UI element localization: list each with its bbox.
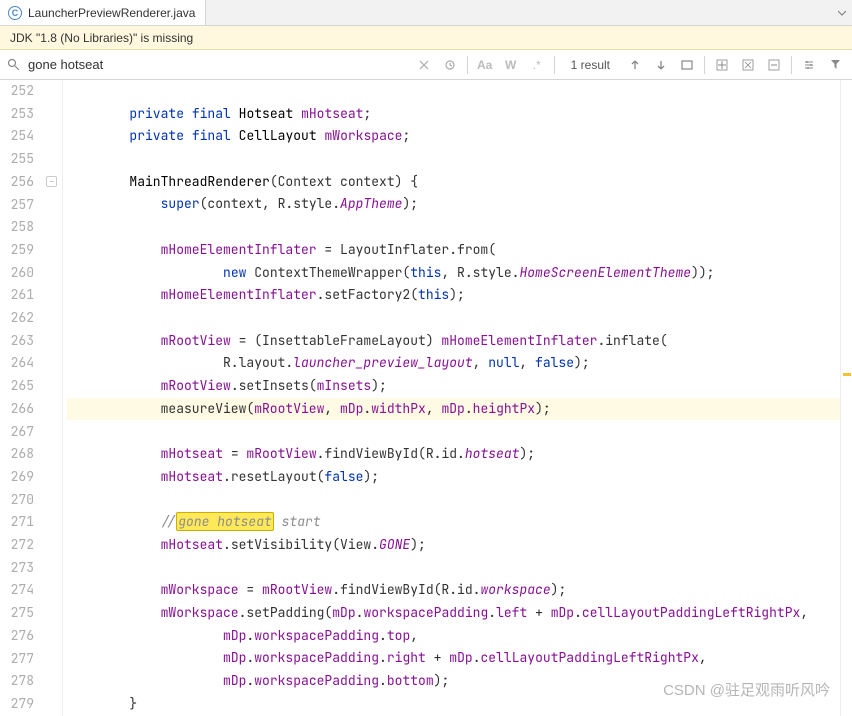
- match-case-toggle[interactable]: Aa: [474, 54, 496, 76]
- next-match-icon[interactable]: [650, 54, 672, 76]
- search-input[interactable]: [24, 55, 409, 74]
- filter-icon[interactable]: [824, 54, 846, 76]
- tab-dropdown[interactable]: [832, 0, 852, 25]
- regex-toggle[interactable]: .*: [526, 54, 548, 76]
- clear-search-icon[interactable]: [413, 54, 435, 76]
- prev-match-icon[interactable]: [624, 54, 646, 76]
- find-bar: Aa W .* 1 result: [0, 50, 852, 80]
- line-numbers: 2522532542552562572582592602612622632642…: [0, 80, 44, 716]
- fold-column[interactable]: −: [44, 80, 62, 716]
- tab-bar: C LauncherPreviewRenderer.java: [0, 0, 852, 26]
- code-editor[interactable]: 2522532542552562572582592602612622632642…: [0, 80, 852, 716]
- jdk-missing-notice: JDK "1.8 (No Libraries)" is missing: [0, 26, 852, 50]
- java-class-icon: C: [8, 6, 22, 20]
- file-tab[interactable]: C LauncherPreviewRenderer.java: [0, 0, 206, 25]
- select-all-icon[interactable]: [737, 54, 759, 76]
- search-icon: [6, 58, 20, 72]
- words-toggle[interactable]: W: [500, 54, 522, 76]
- select-all-occurrences-icon[interactable]: [676, 54, 698, 76]
- search-history-icon[interactable]: [439, 54, 461, 76]
- tab-filename: LauncherPreviewRenderer.java: [28, 6, 195, 20]
- settings-icon[interactable]: [798, 54, 820, 76]
- code-area[interactable]: private final Hotseat mHotseat; private …: [63, 80, 840, 716]
- error-stripe[interactable]: [840, 80, 852, 716]
- remove-selection-icon[interactable]: [763, 54, 785, 76]
- add-selection-icon[interactable]: [711, 54, 733, 76]
- search-result-count: 1 result: [571, 58, 610, 72]
- gutter: 2522532542552562572582592602612622632642…: [0, 80, 63, 716]
